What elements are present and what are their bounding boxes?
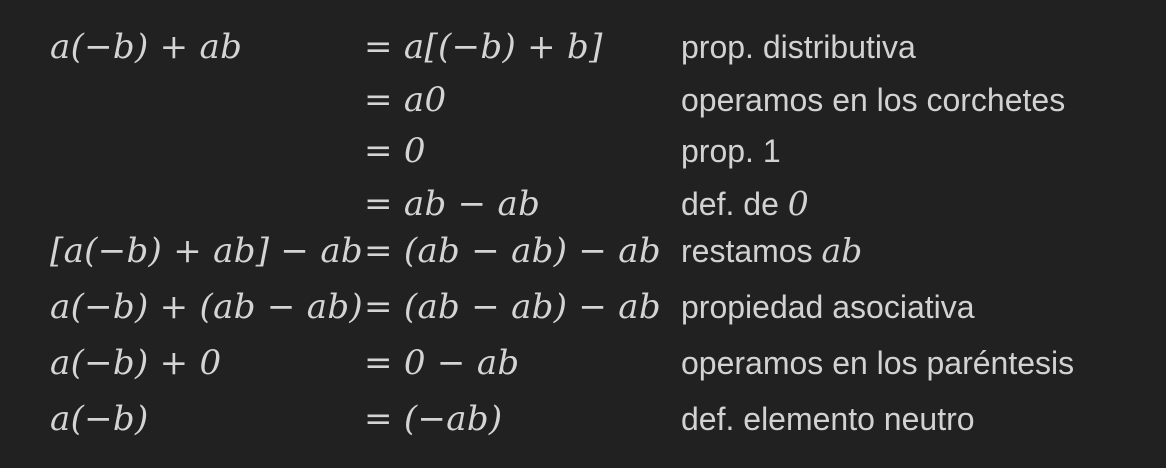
row-7-justification: operamos en los paréntesis [681,338,1074,388]
row-3-justification: prop. 1 [681,126,781,176]
row-6-note-text: propiedad asociativa [681,289,975,325]
row-6-rhs: = (ab − ab) − ab [364,287,661,327]
row-8-lhs: a(−b) [50,399,149,439]
row-8-note-text: def. elemento neutro [681,401,975,437]
row-8-rhs: = (−ab) [364,399,503,439]
row-3-rhs: = 0 [364,131,426,171]
derivation-row-3: = 0 prop. 1 [0,126,1166,176]
row-5-note-math: ab [821,231,863,270]
row-1-note-text: prop. distributiva [681,29,916,65]
row-5-justification: restamos ab [681,226,862,276]
derivation-row-5: [a(−b) + ab] − ab = (ab − ab) − ab resta… [0,226,1166,276]
row-2-justification: operamos en los corchetes [681,75,1065,125]
derivation-row-7: a(−b) + 0 = 0 − ab operamos en los parén… [0,338,1166,388]
row-2-rhs: = a0 [364,80,447,120]
row-7-rhs: = 0 − ab [364,343,520,383]
derivation-row-6: a(−b) + (ab − ab) = (ab − ab) − ab propi… [0,282,1166,332]
derivation-row-1: a(−b) + ab = a[(−b) + b] prop. distribut… [0,22,1166,72]
row-4-justification: def. de 0 [681,179,809,229]
row-6-justification: propiedad asociativa [681,282,975,332]
row-5-lhs: [a(−b) + ab] − ab [50,231,363,271]
row-4-rhs: = ab − ab [364,184,541,224]
row-7-note-text: operamos en los paréntesis [681,345,1075,381]
row-1-rhs: = a[(−b) + b] [364,27,603,67]
row-6-lhs: a(−b) + (ab − ab) [50,287,363,327]
row-5-note-text: restamos [681,233,813,269]
row-1-justification: prop. distributiva [681,22,916,72]
row-4-note-text: def. de [681,186,779,222]
row-5-rhs: = (ab − ab) − ab [364,231,661,271]
row-8-justification: def. elemento neutro [681,394,975,444]
row-3-note-text: prop. 1 [681,133,781,169]
row-2-note-text: operamos en los corchetes [681,82,1066,118]
row-7-lhs: a(−b) + 0 [50,343,222,383]
derivation-row-4: = ab − ab def. de 0 [0,179,1166,229]
row-1-lhs: a(−b) + ab [50,27,243,67]
derivation-row-8: a(−b) = (−ab) def. elemento neutro [0,394,1166,444]
derivation-block: a(−b) + ab = a[(−b) + b] prop. distribut… [0,0,1166,468]
derivation-row-2: = a0 operamos en los corchetes [0,75,1166,125]
row-4-note-math: 0 [787,184,809,223]
